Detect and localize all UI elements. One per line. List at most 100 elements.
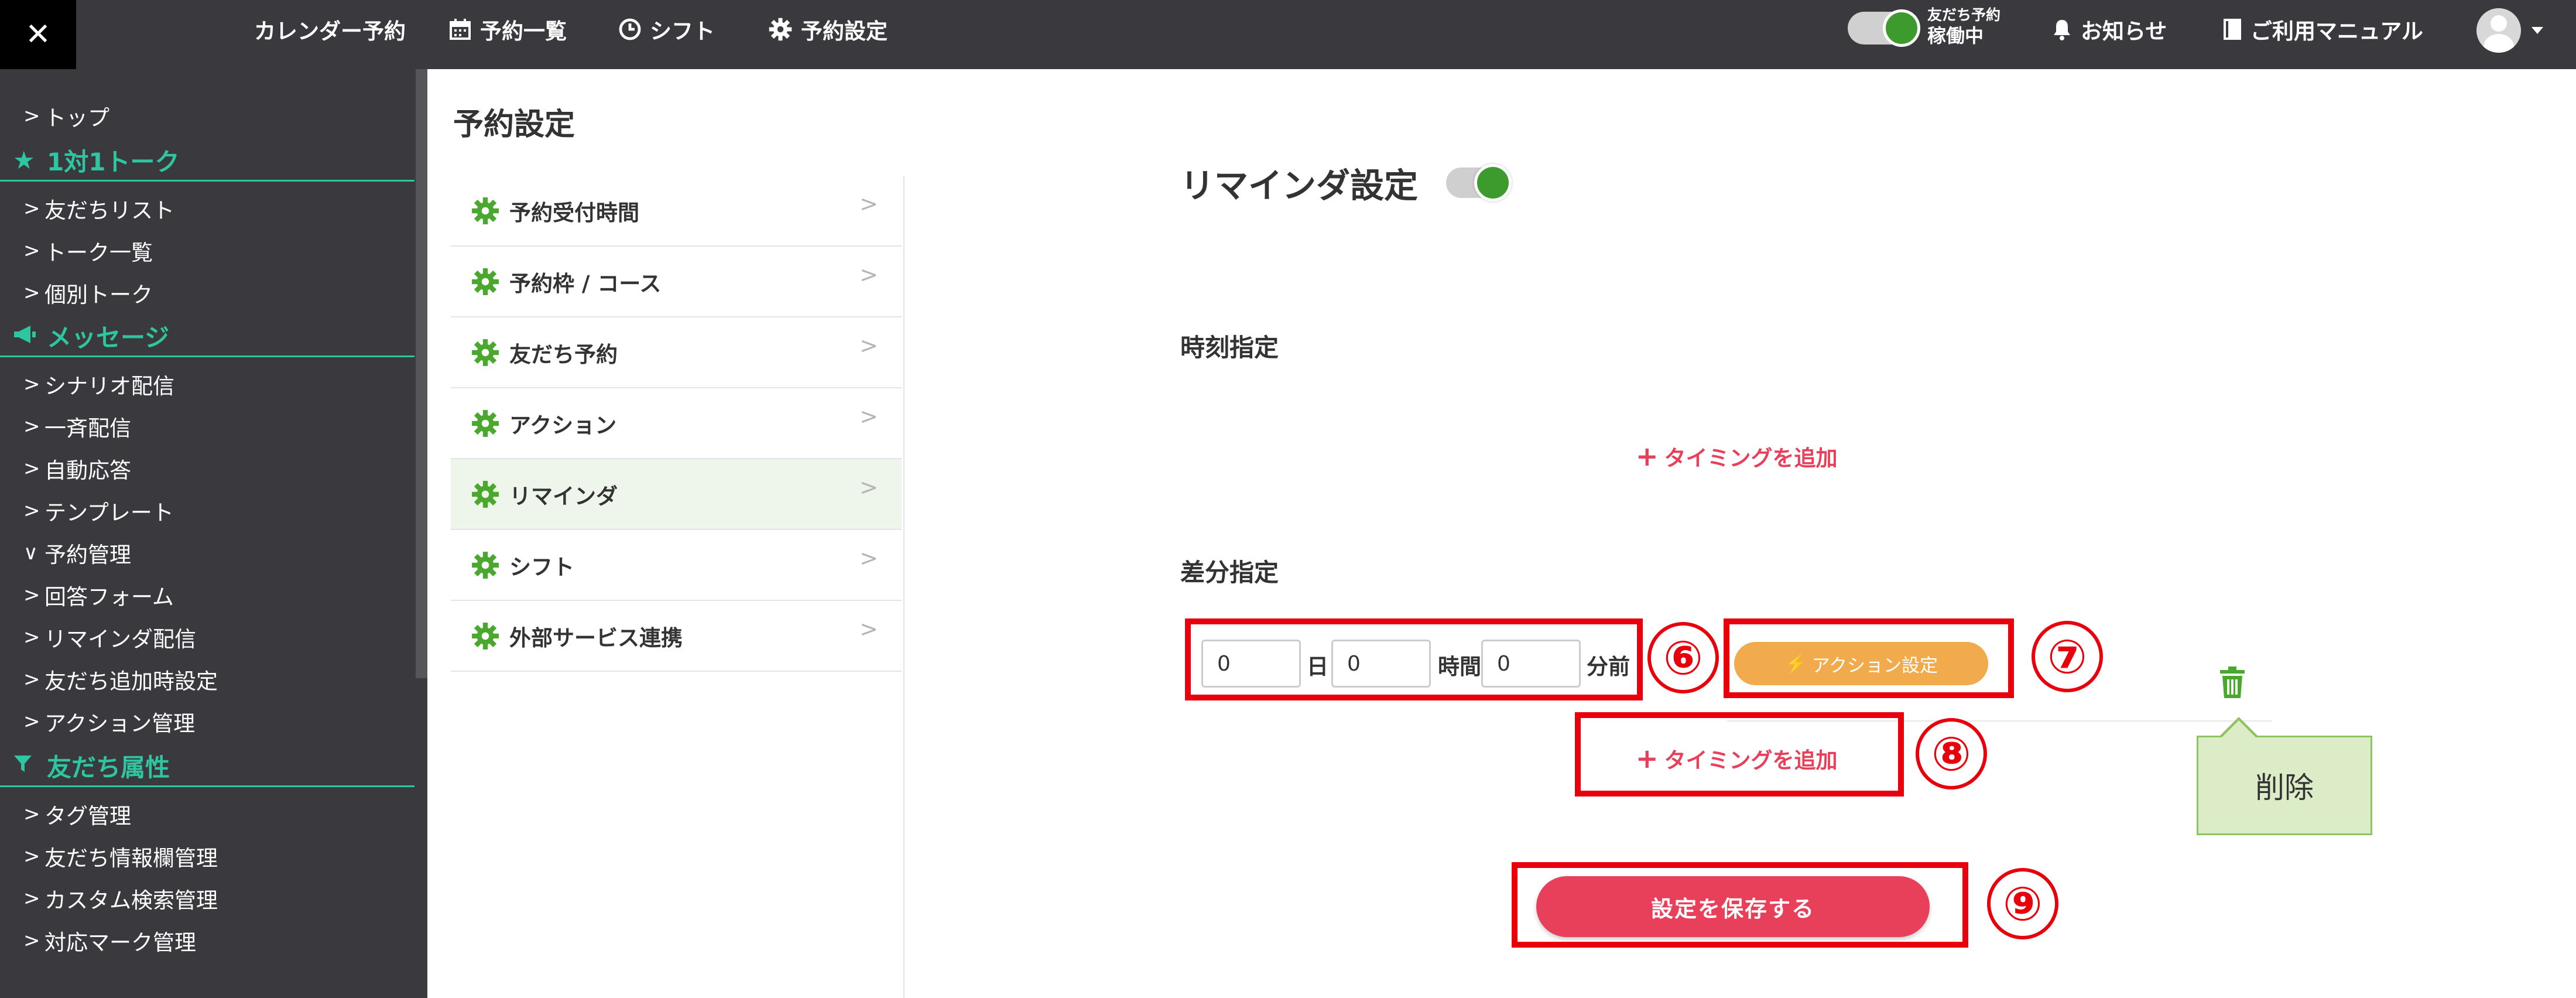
booking-status: 友だち予約 稼働中 [1927, 7, 2000, 46]
nav-booking-list[interactable]: 予約一覧 [448, 0, 567, 59]
sidebar-item-template[interactable]: > テンプレート [23, 493, 174, 528]
subnav-item-slots-courses[interactable]: 予約枠 / コース > [451, 247, 902, 317]
star-icon: ★ [13, 146, 35, 175]
nav-calendar-booking-label: カレンダー予約 [254, 19, 406, 44]
sidebar-item-friend-info-fields[interactable]: > 友だち情報欄管理 [23, 839, 218, 874]
book-icon [2224, 19, 2241, 40]
booking-status-line1: 友だち予約 [1927, 6, 2001, 23]
avatar-head [2491, 15, 2507, 32]
chevron-right-icon: > [859, 333, 878, 358]
nav-booking-list-label: 予約一覧 [480, 19, 567, 44]
gear-icon [472, 622, 499, 650]
sidebar-item-tag-management[interactable]: > タグ管理 [23, 797, 131, 832]
sidebar-item-label: 友だち情報欄管理 [44, 846, 218, 871]
notice-label: お知らせ [2081, 19, 2167, 44]
chevron-right-icon: > [23, 583, 40, 607]
chevron-down-icon[interactable] [2532, 27, 2543, 34]
sidebar-item-top[interactable]: > トップ [23, 98, 109, 134]
chevron-right-icon: > [859, 404, 878, 429]
chevron-right-icon: > [23, 104, 40, 128]
sidebar-section-one-on-one: ★ 1対1トーク [0, 141, 415, 182]
chevron-right-icon: > [859, 474, 878, 500]
subnav-item-reception-time[interactable]: 予約受付時間 > [451, 176, 902, 247]
gear-icon [472, 551, 499, 579]
gear-icon [472, 480, 499, 508]
sidebar-item-label: 友だち追加時設定 [44, 669, 218, 694]
chevron-right-icon: > [23, 887, 40, 910]
sidebar-item-label: テンプレート [44, 500, 174, 525]
sidebar-item-custom-search[interactable]: > カスタム検索管理 [23, 881, 218, 916]
subnav-item-label: シフト [509, 554, 574, 580]
gear-icon [472, 197, 499, 224]
clock-icon [619, 18, 641, 40]
sidebar-item-talk-list[interactable]: > トーク一覧 [23, 233, 153, 268]
sidebar-item-label: 一斉配信 [44, 416, 131, 441]
chevron-right-icon: > [23, 668, 40, 691]
bell-icon [2054, 20, 2070, 40]
sidebar-section-message: メッセージ [0, 316, 415, 357]
annotation-box-9 [1512, 862, 1968, 948]
annotation-badge-6: ⑥ [1647, 622, 1719, 693]
sidebar-item-label: 友だちリスト [44, 198, 174, 223]
sidebar-item-friend-add-settings[interactable]: > 友だち追加時設定 [23, 662, 218, 697]
sidebar-item-auto-reply[interactable]: > 自動応答 [23, 451, 131, 486]
top-bar: ✕ カレンダー予約 予約一覧 シフト 予約設定 友だち予約 稼働中 お知らせ ご… [0, 0, 2576, 69]
sidebar-item-answer-form[interactable]: > 回答フォーム [23, 577, 174, 613]
sidebar-item-response-marks[interactable]: > 対応マーク管理 [23, 923, 196, 958]
sidebar-item-label: 回答フォーム [44, 585, 174, 610]
page-title: 予約設定 [453, 107, 576, 142]
subnav-item-external-services[interactable]: 外部サービス連携 > [451, 601, 902, 672]
close-button[interactable]: ✕ [0, 0, 76, 69]
trash-icon[interactable] [2219, 667, 2246, 702]
nav-booking-settings[interactable]: 予約設定 [768, 0, 888, 59]
nav-calendar-booking[interactable]: カレンダー予約 [254, 0, 406, 59]
chevron-right-icon: > [23, 239, 40, 262]
reminder-toggle[interactable] [1446, 164, 1512, 201]
chevron-right-icon: > [23, 499, 40, 522]
subnav-item-label: 友だち予約 [509, 341, 618, 367]
sidebar-section-friend-attributes: 友だち属性 [0, 746, 415, 787]
sidebar-item-action-management[interactable]: > アクション管理 [23, 704, 195, 739]
close-icon: ✕ [25, 17, 51, 52]
subnav-item-shift[interactable]: シフト > [451, 530, 902, 601]
time-specified-label: 時刻指定 [1180, 333, 1279, 362]
subnav-item-label: 予約受付時間 [509, 200, 639, 225]
sidebar-item-individual-talk[interactable]: > 個別トーク [23, 275, 153, 310]
sidebar-section-label: 友だち属性 [47, 753, 170, 782]
booking-status-line2: 稼働中 [1927, 24, 1984, 47]
booking-active-toggle[interactable] [1848, 9, 1920, 47]
gear-icon [769, 18, 792, 41]
subnav-item-friend-booking[interactable]: 友だち予約 > [451, 317, 902, 388]
subnav-item-action[interactable]: アクション > [451, 388, 902, 459]
sidebar-item-label: 個別トーク [44, 282, 153, 307]
manual-label: ご利用マニュアル [2250, 19, 2423, 44]
subnav-item-reminder[interactable]: リマインダ > [451, 459, 902, 530]
notice-link[interactable]: お知らせ [2051, 0, 2167, 59]
toggle-knob [1474, 164, 1512, 201]
chevron-right-icon: > [23, 197, 40, 220]
subnav-item-label: 予約枠 / コース [509, 271, 662, 296]
sidebar-item-label: 予約管理 [44, 542, 131, 568]
add-timing-link[interactable]: + タイミングを追加 [1636, 440, 1838, 472]
sidebar-item-label: カスタム検索管理 [44, 888, 218, 913]
subnav-item-label: リマインダ [509, 483, 618, 509]
manual-link[interactable]: ご利用マニュアル [2222, 0, 2423, 59]
sidebar-item-label: トップ [44, 105, 109, 131]
annotation-badge-8: ⑧ [1916, 718, 1987, 789]
annotation-box-7 [1724, 618, 2014, 698]
nav-shift[interactable]: シフト [618, 0, 715, 59]
sidebar-item-scenario[interactable]: > シナリオ配信 [23, 367, 174, 402]
avatar[interactable] [2476, 8, 2521, 53]
sidebar-section-label: 1対1トーク [47, 148, 180, 176]
chevron-right-icon: > [859, 616, 878, 642]
sidebar-item-friend-list[interactable]: > 友だちリスト [23, 191, 174, 226]
chevron-right-icon: > [23, 929, 40, 952]
chevron-right-icon: > [23, 372, 40, 396]
sidebar-item-label: リマインダ配信 [44, 627, 196, 652]
sidebar-item-booking-management[interactable]: ∨ 予約管理 [23, 535, 131, 570]
chevron-down-icon: ∨ [23, 541, 38, 565]
sidebar-item-label: アクション管理 [44, 711, 196, 736]
sidebar-item-broadcast[interactable]: > 一斉配信 [23, 409, 131, 444]
sidebar-item-reminder-delivery[interactable]: > リマインダ配信 [23, 620, 196, 655]
sidebar-scrollbar[interactable] [416, 69, 427, 678]
